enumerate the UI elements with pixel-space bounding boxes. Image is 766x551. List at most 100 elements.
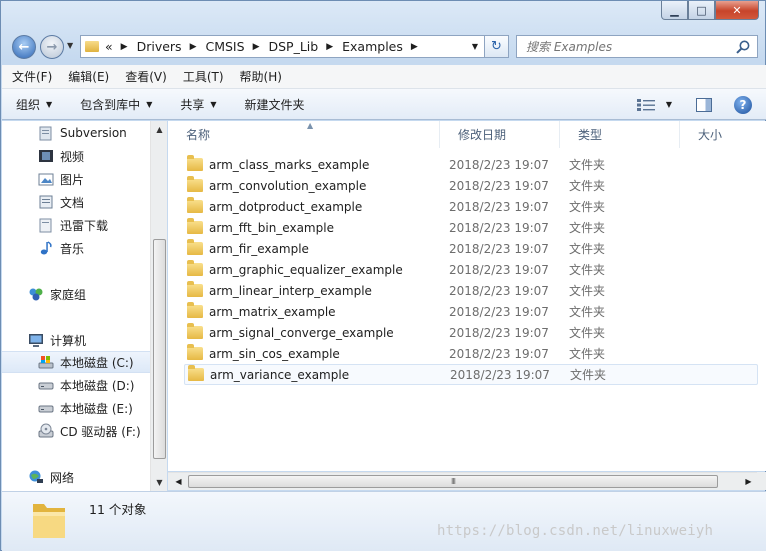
watermark: https://blog.csdn.net/linuxweiyh bbox=[437, 523, 714, 539]
window-caption-buttons: ▁ □ ✕ bbox=[661, 1, 759, 21]
nav-item-label: 文档 bbox=[60, 195, 85, 210]
file-date: 2018/2/23 19:07 bbox=[449, 283, 549, 298]
include-library-label: 包含到库中 bbox=[80, 97, 141, 112]
breadcrumb-cmsis[interactable]: CMSIS bbox=[205, 39, 244, 54]
arrow-left-icon: ← bbox=[18, 39, 30, 55]
minimize-button[interactable]: ▁ bbox=[661, 1, 688, 20]
file-row[interactable]: arm_graphic_equalizer_example 2018/2/23 1… bbox=[184, 259, 758, 280]
column-label: 类型 bbox=[578, 128, 603, 142]
file-row[interactable]: arm_sin_cos_example 2018/2/23 19:07 文件夹 bbox=[184, 343, 758, 364]
nav-item-drive-c[interactable]: 本地磁盘 (C:) bbox=[2, 351, 150, 373]
menu-view[interactable]: 查看(V) bbox=[125, 68, 167, 85]
hard-drive-icon bbox=[38, 382, 54, 390]
nav-item-documents[interactable]: 文档 bbox=[38, 191, 150, 213]
back-button[interactable]: ← bbox=[12, 35, 36, 59]
view-options-icon[interactable] bbox=[636, 98, 656, 112]
column-headers: 名称 ▲ 修改日期 类型 大小 bbox=[168, 121, 766, 148]
folder-icon bbox=[187, 323, 203, 339]
nav-item-label: 视频 bbox=[60, 149, 85, 164]
include-in-library-button[interactable]: 包含到库中 ▼ bbox=[80, 96, 152, 113]
nav-item-label: 本地磁盘 (E:) bbox=[60, 401, 133, 416]
file-row[interactable]: arm_fir_example 2018/2/23 19:07 文件夹 bbox=[184, 238, 758, 259]
column-size[interactable]: 大小 bbox=[680, 121, 766, 148]
nav-item-pictures[interactable]: 图片 bbox=[38, 168, 150, 190]
file-row[interactable]: arm_linear_interp_example 2018/2/23 19:07… bbox=[184, 280, 758, 301]
nav-item-thunder-downloads[interactable]: 迅雷下载 bbox=[38, 214, 150, 236]
nav-item-drive-e[interactable]: 本地磁盘 (E:) bbox=[38, 397, 150, 419]
nav-item-videos[interactable]: 视频 bbox=[38, 145, 150, 167]
column-name[interactable]: 名称 ▲ bbox=[168, 121, 440, 148]
file-name: arm_fir_example bbox=[209, 241, 309, 256]
nav-item-music[interactable]: 音乐 bbox=[38, 237, 150, 259]
file-row[interactable]: arm_signal_converge_example 2018/2/23 19:… bbox=[184, 322, 758, 343]
nav-item-computer[interactable]: 计算机 bbox=[28, 329, 150, 351]
breadcrumb-separator[interactable]: ▶ bbox=[121, 42, 128, 52]
menu-edit[interactable]: 编辑(E) bbox=[68, 68, 109, 85]
breadcrumb-dsp-lib[interactable]: DSP_Lib bbox=[268, 39, 318, 54]
view-dropdown-arrow[interactable]: ▼ bbox=[666, 100, 672, 109]
menu-tools[interactable]: 工具(T) bbox=[183, 68, 224, 85]
nav-item-drive-f[interactable]: CD 驱动器 (F:) bbox=[38, 420, 150, 442]
organize-button[interactable]: 组织 ▼ bbox=[16, 96, 52, 113]
search-input[interactable] bbox=[526, 39, 736, 54]
scroll-thumb[interactable] bbox=[153, 239, 166, 459]
chevron-down-icon: ▼ bbox=[46, 99, 53, 109]
scroll-down-button[interactable]: ▼ bbox=[151, 474, 168, 491]
breadcrumb-overflow[interactable]: « bbox=[105, 39, 113, 54]
share-button[interactable]: 共享 ▼ bbox=[180, 96, 216, 113]
menu-file[interactable]: 文件(F) bbox=[12, 68, 52, 85]
breadcrumb-drivers[interactable]: Drivers bbox=[137, 39, 182, 54]
file-row[interactable]: arm_class_marks_example 2018/2/23 19:07 文件… bbox=[184, 154, 758, 175]
file-name: arm_sin_cos_example bbox=[209, 346, 340, 361]
search-icon[interactable] bbox=[735, 39, 751, 55]
navigation-scrollbar[interactable]: ▲ ▼ bbox=[150, 121, 167, 491]
address-history-dropdown[interactable]: ▼ bbox=[472, 42, 478, 51]
system-drive-icon bbox=[38, 356, 54, 369]
scroll-left-button[interactable]: ◀ bbox=[170, 473, 187, 490]
nav-item-subversion[interactable]: Subversion bbox=[38, 122, 150, 144]
close-button[interactable]: ✕ bbox=[715, 1, 759, 20]
folder-icon bbox=[187, 344, 203, 360]
file-list-hscrollbar[interactable]: ◀ III ▶ bbox=[168, 472, 757, 490]
breadcrumb-examples[interactable]: Examples bbox=[342, 39, 403, 54]
preview-pane-icon[interactable] bbox=[696, 97, 712, 112]
command-bar: 组织 ▼ 包含到库中 ▼ 共享 ▼ 新建文件夹 ▼ ? bbox=[2, 89, 766, 120]
help-icon[interactable]: ? bbox=[734, 95, 752, 114]
recent-pages-dropdown[interactable]: ▼ bbox=[67, 41, 73, 50]
file-name: arm_variance_example bbox=[210, 367, 350, 382]
file-name: arm_matrix_example bbox=[209, 304, 336, 319]
file-row[interactable]: arm_variance_example 2018/2/23 19:07 文件夹 bbox=[184, 364, 758, 385]
menu-bar: 文件(F) 编辑(E) 查看(V) 工具(T) 帮助(H) bbox=[2, 65, 766, 89]
scrollbar-corner bbox=[757, 472, 766, 490]
scroll-thumb[interactable]: III bbox=[188, 475, 718, 488]
breadcrumb-separator[interactable]: ▶ bbox=[411, 42, 418, 52]
file-type: 文件夹 bbox=[570, 368, 607, 382]
file-row[interactable]: arm_convolution_example 2018/2/23 19:07 文件… bbox=[184, 175, 758, 196]
cd-drive-icon bbox=[38, 423, 54, 438]
file-row[interactable]: arm_dotproduct_example 2018/2/23 19:07 文件夹 bbox=[184, 196, 758, 217]
file-type: 文件夹 bbox=[569, 263, 606, 277]
breadcrumb-separator[interactable]: ▶ bbox=[326, 42, 333, 52]
file-row[interactable]: arm_fft_bin_example 2018/2/23 19:07 文件夹 bbox=[184, 217, 758, 238]
file-name: arm_linear_interp_example bbox=[209, 283, 372, 298]
nav-item-drive-d[interactable]: 本地磁盘 (D:) bbox=[38, 374, 150, 396]
nav-item-network[interactable]: 网络 bbox=[28, 466, 150, 488]
forward-button[interactable]: → bbox=[40, 35, 64, 59]
folder-icon bbox=[188, 365, 204, 381]
column-type[interactable]: 类型 bbox=[560, 121, 680, 148]
address-bar[interactable]: « ▶ Drivers ▶ CMSIS ▶ DSP_Lib ▶ Examples… bbox=[80, 35, 485, 58]
file-type: 文件夹 bbox=[569, 158, 606, 172]
new-folder-button[interactable]: 新建文件夹 bbox=[245, 96, 305, 113]
breadcrumb-separator[interactable]: ▶ bbox=[190, 42, 197, 52]
breadcrumb-separator[interactable]: ▶ bbox=[253, 42, 260, 52]
refresh-button[interactable]: ↻ bbox=[485, 35, 509, 58]
menu-help[interactable]: 帮助(H) bbox=[240, 68, 282, 85]
scroll-right-button[interactable]: ▶ bbox=[740, 473, 757, 490]
maximize-button[interactable]: □ bbox=[688, 1, 715, 20]
search-box[interactable] bbox=[516, 35, 758, 58]
file-row[interactable]: arm_matrix_example 2018/2/23 19:07 文件夹 bbox=[184, 301, 758, 322]
video-icon bbox=[39, 150, 53, 162]
nav-item-homegroup[interactable]: 家庭组 bbox=[28, 283, 150, 305]
column-date-modified[interactable]: 修改日期 bbox=[440, 121, 560, 148]
scroll-up-button[interactable]: ▲ bbox=[151, 121, 168, 138]
